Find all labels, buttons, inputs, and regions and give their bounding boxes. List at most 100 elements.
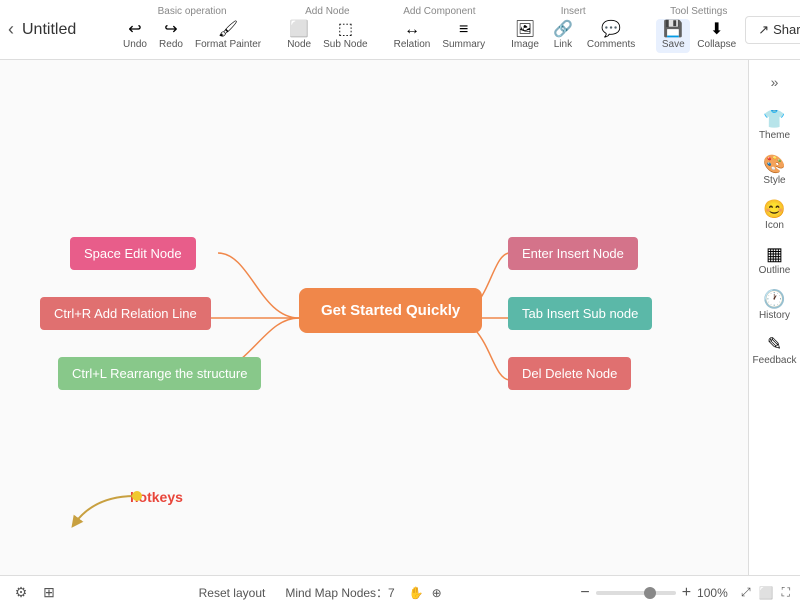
canvas[interactable]: Get Started Quickly Space Edit Node Ctrl…: [0, 60, 748, 575]
link-label: Link: [554, 39, 572, 50]
theme-icon: 👕: [763, 110, 785, 128]
right-sidebar: » 👕 Theme 🎨 Style 😊 Icon ▦ Outline 🕐 His…: [748, 60, 800, 575]
sidebar-item-style-label: Style: [763, 175, 785, 186]
relation-label: Relation: [394, 39, 431, 50]
toolbar-section-addnode: Add Node ⬜ Node ⬚ Sub Node: [282, 6, 372, 53]
collapse-button[interactable]: ⬇ Collapse: [692, 19, 741, 53]
summary-button[interactable]: ≡ Summary: [437, 19, 490, 53]
comments-icon: 💬: [601, 22, 621, 38]
sub-node-button[interactable]: ⬚ Sub Node: [318, 19, 372, 53]
toolbar-section-insert: Insert 🖼 Image 🔗 Link 💬 Comments: [506, 6, 640, 53]
toolbar-label-insert: Insert: [561, 6, 586, 17]
sidebar-item-theme[interactable]: 👕 Theme: [752, 104, 798, 147]
link-icon: 🔗: [553, 22, 573, 38]
sub-node-icon: ⬚: [338, 22, 353, 38]
hand-icon[interactable]: ✋: [409, 586, 424, 600]
icon-icon: 😊: [763, 200, 785, 218]
history-icon: 🕐: [763, 290, 785, 308]
sidebar-item-outline[interactable]: ▦ Outline: [752, 239, 798, 282]
node-count: Mind Map Nodes：7: [285, 584, 394, 601]
format-painter-label: Format Painter: [195, 39, 261, 50]
link-button[interactable]: 🔗 Link: [546, 19, 580, 53]
toolbar-items-component: ↔ Relation ≡ Summary: [389, 19, 491, 53]
summary-label: Summary: [442, 39, 485, 50]
save-icon: 💾: [663, 22, 683, 38]
sidebar-item-history[interactable]: 🕐 History: [752, 284, 798, 327]
header: ‹ Untitled Basic operation ↩ Undo ↪ Redo…: [0, 0, 800, 60]
image-icon: 🖼: [515, 22, 535, 38]
collapse-label: Collapse: [697, 39, 736, 50]
toolbar-label-addnode: Add Node: [305, 6, 349, 17]
central-node[interactable]: Get Started Quickly: [299, 288, 482, 333]
feedback-icon: ✎: [767, 335, 782, 353]
zoom-minus-button[interactable]: −: [580, 584, 589, 602]
format-painter-button[interactable]: 🖌 Format Painter: [190, 19, 266, 53]
redo-label: Redo: [159, 39, 183, 50]
zoom-plus-button[interactable]: +: [682, 584, 691, 602]
node-enter-insert[interactable]: Enter Insert Node: [508, 237, 638, 270]
toolbar-label-basic: Basic operation: [158, 6, 227, 17]
node-ctrl-r[interactable]: Ctrl+R Add Relation Line: [40, 297, 211, 330]
fit-icon[interactable]: ⤢: [741, 585, 751, 600]
node-del-delete[interactable]: Del Delete Node: [508, 357, 631, 390]
undo-button[interactable]: ↩ Undo: [118, 19, 152, 53]
sidebar-collapse-button[interactable]: »: [757, 68, 793, 96]
toolbar-label-settings: Tool Settings: [670, 6, 727, 17]
reset-layout-button[interactable]: Reset layout: [199, 586, 266, 600]
fullscreen-icon[interactable]: ⛶: [782, 585, 790, 600]
zoom-slider[interactable]: [596, 591, 676, 595]
toolbar-label-component: Add Component: [403, 6, 475, 17]
share-button[interactable]: ↗ Share: [745, 16, 800, 44]
toolbar-section-settings: Tool Settings 💾 Save ⬇ Collapse: [656, 6, 741, 53]
toolbar-items-addnode: ⬜ Node ⬚ Sub Node: [282, 19, 372, 53]
redo-button[interactable]: ↪ Redo: [154, 19, 188, 53]
undo-icon: ↩: [128, 22, 141, 38]
save-label: Save: [662, 39, 685, 50]
zoom-percent: 100%: [697, 586, 733, 600]
style-icon: 🎨: [763, 155, 785, 173]
bottom-icons: ⚙ ⊞: [10, 582, 60, 604]
back-button[interactable]: ‹: [8, 16, 14, 44]
sidebar-item-feedback-label: Feedback: [753, 355, 797, 366]
redo-icon: ↪: [164, 22, 177, 38]
hotkeys-arrow: [65, 491, 145, 531]
sub-node-label: Sub Node: [323, 39, 367, 50]
grid-icon[interactable]: ⊞: [38, 582, 60, 604]
undo-label: Undo: [123, 39, 147, 50]
node-icon: ⬜: [289, 22, 309, 38]
sidebar-item-style[interactable]: 🎨 Style: [752, 149, 798, 192]
node-ctrl-l[interactable]: Ctrl+L Rearrange the structure: [58, 357, 261, 390]
node-tab-insert[interactable]: Tab Insert Sub node: [508, 297, 652, 330]
outline-icon: ▦: [766, 245, 783, 263]
settings-icon[interactable]: ⚙: [10, 582, 32, 604]
expand-icon[interactable]: ⬜: [759, 586, 774, 600]
bottom-bar: ⚙ ⊞ Reset layout Mind Map Nodes：7 ✋ ⊕ − …: [0, 575, 800, 609]
zoom-control[interactable]: − + 100%: [580, 584, 733, 602]
node-space-edit[interactable]: Space Edit Node: [70, 237, 196, 270]
comments-button[interactable]: 💬 Comments: [582, 19, 640, 53]
main-area: Get Started Quickly Space Edit Node Ctrl…: [0, 60, 800, 575]
comments-label: Comments: [587, 39, 635, 50]
summary-icon: ≡: [459, 22, 468, 38]
node-button[interactable]: ⬜ Node: [282, 19, 316, 53]
document-title: Untitled: [22, 21, 102, 39]
sidebar-item-feedback[interactable]: ✎ Feedback: [752, 329, 798, 372]
sidebar-item-icon-label: Icon: [765, 220, 784, 231]
node-label: Node: [287, 39, 311, 50]
target-icon[interactable]: ⊕: [432, 586, 442, 600]
relation-button[interactable]: ↔ Relation: [389, 19, 436, 53]
toolbar-items-basic: ↩ Undo ↪ Redo 🖌 Format Painter: [118, 19, 266, 53]
collapse-icon: ⬇: [710, 22, 723, 38]
chevron-right-icon: »: [771, 74, 779, 90]
save-button[interactable]: 💾 Save: [656, 19, 690, 53]
image-label: Image: [511, 39, 539, 50]
toolbar-items-insert: 🖼 Image 🔗 Link 💬 Comments: [506, 19, 640, 53]
sidebar-item-outline-label: Outline: [759, 265, 791, 276]
toolbar-items-settings: 💾 Save ⬇ Collapse: [656, 19, 741, 53]
zoom-thumb[interactable]: [644, 587, 656, 599]
toolbar-section-component: Add Component ↔ Relation ≡ Summary: [389, 6, 491, 53]
sidebar-item-history-label: History: [759, 310, 790, 321]
image-button[interactable]: 🖼 Image: [506, 19, 544, 53]
sidebar-item-icon[interactable]: 😊 Icon: [752, 194, 798, 237]
sidebar-item-theme-label: Theme: [759, 130, 790, 141]
